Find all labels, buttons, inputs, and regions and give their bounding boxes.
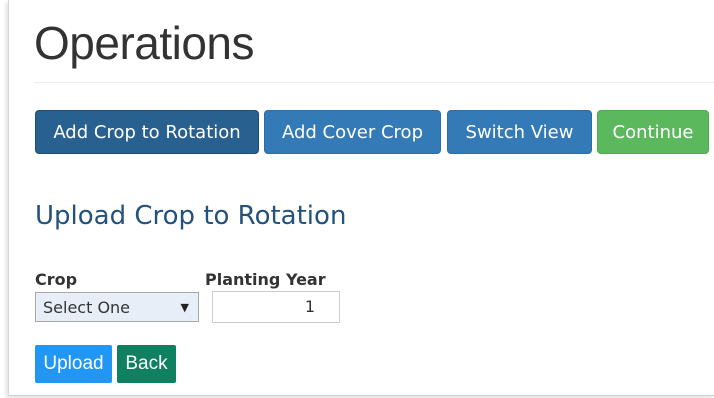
planting-year-label: Planting Year [205, 270, 326, 289]
add-crop-to-rotation-button[interactable]: Add Crop to Rotation [35, 110, 259, 154]
back-button[interactable]: Back [117, 345, 176, 383]
crop-label: Crop [35, 270, 78, 289]
section-title: Upload Crop to Rotation [35, 201, 347, 231]
upload-button[interactable]: Upload [35, 345, 112, 383]
switch-view-button[interactable]: Switch View [447, 110, 592, 154]
dropdown-arrow-icon: ▼ [180, 301, 189, 314]
crop-select[interactable]: Select One ▼ [35, 292, 199, 322]
planting-year-input[interactable]: 1 [212, 291, 340, 323]
continue-button[interactable]: Continue [597, 110, 709, 154]
title-divider [34, 82, 714, 83]
crop-select-value: Select One [43, 297, 131, 317]
add-cover-crop-button[interactable]: Add Cover Crop [264, 110, 441, 154]
page-title: Operations [34, 17, 255, 69]
